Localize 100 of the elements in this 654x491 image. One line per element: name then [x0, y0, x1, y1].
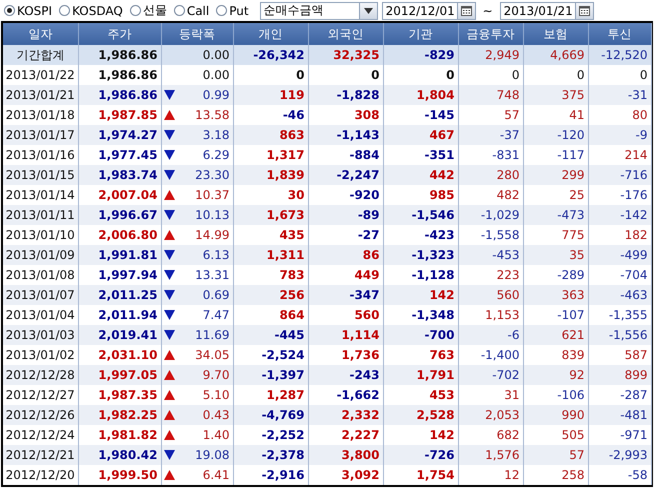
change-cell: 0.99 — [202, 88, 230, 102]
column-header[interactable]: 기관 — [383, 23, 458, 45]
value-cell: 621 — [523, 325, 588, 345]
change-cell: 0.00 — [202, 48, 230, 62]
value-cell: 587 — [588, 345, 651, 365]
value-cell: -1,029 — [458, 205, 523, 225]
value-cell: -176 — [588, 185, 651, 205]
value-cell: 214 — [588, 145, 651, 165]
change-cell: 34.05 — [195, 348, 230, 362]
value-cell: -1,556 — [588, 325, 651, 345]
value-cell: 256 — [233, 285, 308, 305]
column-header[interactable]: 일자 — [3, 23, 78, 45]
value-cell: -287 — [588, 385, 651, 405]
column-header[interactable]: 투신 — [588, 23, 651, 45]
value-cell: 505 — [523, 425, 588, 445]
value-cell: 12 — [458, 465, 523, 485]
date-cell: 2013/01/10 — [3, 225, 78, 245]
price-cell: 1,986.86 — [78, 65, 161, 85]
change-cell: 10.13 — [195, 208, 230, 222]
value-cell: 467 — [383, 125, 458, 145]
value-cell: 748 — [458, 85, 523, 105]
column-header[interactable]: 외국인 — [308, 23, 383, 45]
market-radio[interactable]: Call — [174, 4, 210, 18]
market-radio[interactable]: KOSDAQ — [59, 4, 123, 18]
start-date-field[interactable]: 2012/12/01 — [382, 2, 476, 20]
value-cell: 1,839 — [233, 165, 308, 185]
price-cell: 1,977.45 — [78, 145, 161, 165]
range-separator: ~ — [482, 4, 494, 18]
value-cell: -243 — [308, 365, 383, 385]
value-cell: 375 — [523, 85, 588, 105]
column-header[interactable]: 주가 — [78, 23, 161, 45]
calendar-icon[interactable] — [578, 6, 590, 16]
dropdown-caret-icon — [364, 8, 373, 14]
value-cell: -142 — [588, 205, 651, 225]
value-cell: -499 — [588, 245, 651, 265]
price-cell: 1,986.86 — [78, 45, 161, 65]
value-cell: 0 — [308, 65, 383, 85]
value-cell: 560 — [308, 305, 383, 325]
date-cell: 2013/01/16 — [3, 145, 78, 165]
change-cell: 5.10 — [202, 388, 230, 402]
date-cell: 2012/12/20 — [3, 465, 78, 485]
price-cell: 2,011.94 — [78, 305, 161, 325]
value-cell: 1,791 — [383, 365, 458, 385]
change-cell: 6.13 — [202, 248, 230, 262]
value-cell: -89 — [308, 205, 383, 225]
value-cell: 86 — [308, 245, 383, 265]
value-cell: -1,348 — [383, 305, 458, 325]
value-cell: -726 — [383, 445, 458, 465]
value-cell: 1,311 — [233, 245, 308, 265]
value-cell: -445 — [233, 325, 308, 345]
date-cell: 2013/01/03 — [3, 325, 78, 345]
value-cell: 1,153 — [458, 305, 523, 325]
date-cell: 2013/01/14 — [3, 185, 78, 205]
date-cell: 2013/01/11 — [3, 205, 78, 225]
value-cell: -117 — [523, 145, 588, 165]
column-header[interactable]: 금융투자 — [458, 23, 523, 45]
value-cell: -1,323 — [383, 245, 458, 265]
value-cell: -1,143 — [308, 125, 383, 145]
price-cell: 1,997.94 — [78, 265, 161, 285]
value-cell: 41 — [523, 105, 588, 125]
value-cell: -463 — [588, 285, 651, 305]
price-cell: 2,007.04 — [78, 185, 161, 205]
value-cell: -1,128 — [383, 265, 458, 285]
column-header[interactable]: 보험 — [523, 23, 588, 45]
measure-dropdown[interactable]: 순매수금액 — [260, 2, 378, 20]
value-cell: -453 — [458, 245, 523, 265]
value-cell: 30 — [233, 185, 308, 205]
column-header[interactable]: 개인 — [233, 23, 308, 45]
value-cell: 775 — [523, 225, 588, 245]
change-cell: 13.31 — [195, 268, 230, 282]
value-cell: -26,342 — [233, 45, 308, 65]
value-cell: 32,325 — [308, 45, 383, 65]
value-cell: -1,546 — [383, 205, 458, 225]
value-cell: -27 — [308, 225, 383, 245]
market-radio[interactable]: Put — [216, 4, 249, 18]
value-cell: -37 — [458, 125, 523, 145]
calendar-icon[interactable] — [460, 6, 472, 16]
value-cell: -145 — [383, 105, 458, 125]
price-cell: 1,997.05 — [78, 365, 161, 385]
value-cell: 682 — [458, 425, 523, 445]
value-cell: -702 — [458, 365, 523, 385]
price-cell: 1,982.25 — [78, 405, 161, 425]
column-header[interactable]: 등락폭 — [161, 23, 233, 45]
end-date-field[interactable]: 2013/01/21 — [500, 2, 594, 20]
value-cell: 142 — [383, 285, 458, 305]
date-cell: 2013/01/02 — [3, 345, 78, 365]
value-cell: 0 — [458, 65, 523, 85]
value-cell: 3,800 — [308, 445, 383, 465]
value-cell: -31 — [588, 85, 651, 105]
date-cell: 2013/01/15 — [3, 165, 78, 185]
value-cell: -1,828 — [308, 85, 383, 105]
price-cell: 2,031.10 — [78, 345, 161, 365]
value-cell: 25 — [523, 185, 588, 205]
market-radio[interactable]: KOSPI — [4, 4, 52, 18]
market-radio[interactable]: 선물 — [130, 2, 167, 19]
value-cell: -2,524 — [233, 345, 308, 365]
value-cell: -700 — [383, 325, 458, 345]
price-cell: 2,019.41 — [78, 325, 161, 345]
value-cell: 3,092 — [308, 465, 383, 485]
change-cell: 0.69 — [202, 288, 230, 302]
